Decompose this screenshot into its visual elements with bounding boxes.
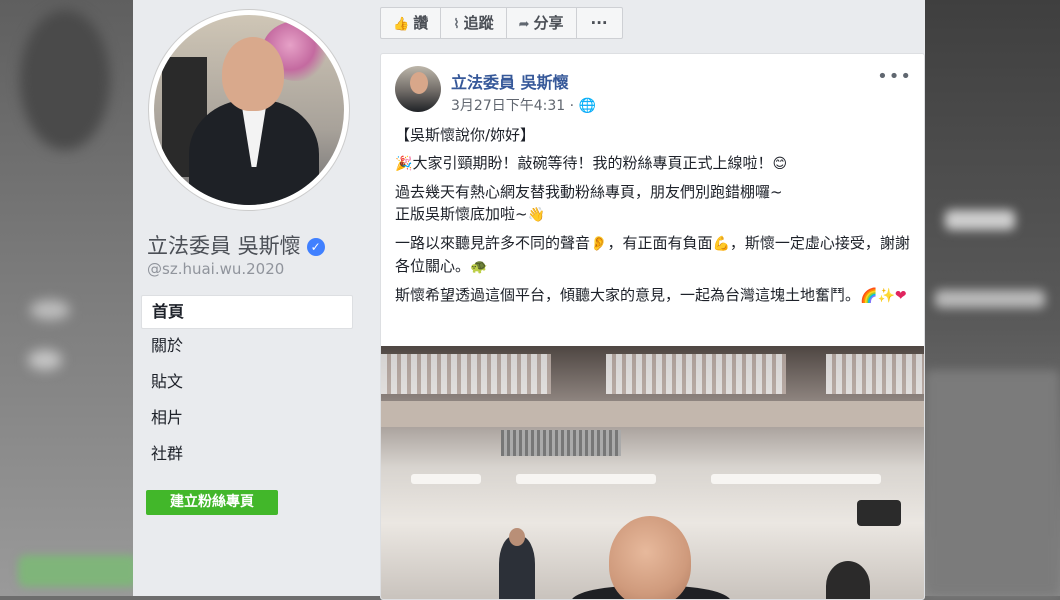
share-label: 分享	[533, 14, 564, 32]
post-timestamp[interactable]: 3月27日下午4:31 · 🌐	[451, 95, 596, 115]
page-title[interactable]: 立法委員 吳斯懷 ✓	[147, 230, 325, 260]
create-page-button[interactable]: 建立粉絲專頁	[146, 490, 278, 515]
verified-badge-icon: ✓	[306, 238, 325, 256]
blurred-background-right	[925, 0, 1060, 596]
light-fixture	[711, 474, 881, 484]
hand-icon: 👋	[527, 207, 546, 223]
share-button[interactable]: ➦ 分享	[507, 8, 577, 38]
light-fixture	[516, 474, 656, 484]
blurred-shape	[28, 350, 62, 370]
flexed-bicep-icon: 💪	[712, 236, 730, 252]
post-paragraph: 過去幾天有熱心網友替我動粉絲專頁，朋友們別跑錯棚囉~ 正版吳斯懷底加啦~👋	[395, 181, 915, 226]
main-person-head	[609, 516, 691, 599]
nav-item-photos[interactable]: 相片	[141, 401, 353, 437]
thumbs-up-icon: 👍	[393, 17, 410, 32]
post-line: 大家引頸期盼！敲碗等待！我的粉絲專頁正式上線啦！	[412, 154, 773, 172]
more-options-button[interactable]: ···	[577, 8, 622, 38]
blurred-shape	[925, 370, 1060, 596]
post-line: 斯懷希望透過這個平台，傾聽大家的意見，一起為台灣這塊土地奮鬥。	[395, 286, 861, 304]
post-line: ，有正面有負面	[607, 234, 713, 252]
ceiling-lights	[381, 354, 551, 394]
profile-photo	[154, 15, 344, 205]
ceiling-lights	[606, 354, 786, 394]
face	[222, 37, 284, 111]
ear-icon: 👂	[590, 236, 608, 252]
sparkles-icon: ✨	[877, 288, 895, 304]
post-author-name[interactable]: 立法委員 吳斯懷	[451, 69, 569, 93]
blurred-shape	[30, 300, 70, 320]
facebook-page: 立法委員 吳斯懷 ✓ @sz.huai.wu.2020 首頁 關於 貼文 相片 社…	[133, 0, 925, 600]
post-options-icon[interactable]: •••	[877, 66, 912, 87]
background-person-right	[826, 561, 870, 599]
profile-picture[interactable]	[149, 10, 349, 210]
follow-label: 追蹤	[463, 14, 494, 32]
post-paragraph: 斯懷希望透過這個平台，傾聽大家的意見，一起為台灣這塊土地奮鬥。🌈✨❤	[395, 284, 915, 307]
post-line: 正版吳斯懷底加啦~	[395, 205, 528, 223]
blurred-background-left	[0, 0, 138, 596]
post-photo[interactable]	[381, 346, 924, 599]
page-action-bar: 👍 讚 ⌇ 追蹤 ➦ 分享 ···	[380, 7, 623, 39]
page-name-text: 立法委員 吳斯懷	[147, 234, 301, 258]
light-fixture	[411, 474, 481, 484]
post-text: 【吳斯懷說你/妳好】 🎉大家引頸期盼！敲碗等待！我的粉絲專頁正式上線啦！😊 過去…	[395, 124, 915, 313]
follow-button[interactable]: ⌇ 追蹤	[441, 8, 507, 38]
nav-item-community[interactable]: 社群	[141, 437, 353, 473]
turtle-icon: 🐢	[470, 259, 488, 275]
post-line: 過去幾天有熱心網友替我動粉絲專頁，朋友們別跑錯棚囉~	[395, 183, 783, 201]
ceiling-beam	[381, 401, 924, 427]
nav-item-posts[interactable]: 貼文	[141, 365, 353, 401]
air-vent	[501, 430, 621, 456]
blurred-shape	[935, 290, 1045, 308]
post-paragraph: 一路以來聽見許多不同的聲音👂，有正面有負面💪，斯懷一定虛心接受，謝謝各位關心。🐢	[395, 232, 915, 278]
post-paragraph: 【吳斯懷說你/妳好】	[395, 126, 536, 144]
like-button[interactable]: 👍 讚	[381, 8, 442, 38]
post-author-avatar[interactable]	[395, 66, 441, 112]
background-person-head	[509, 528, 525, 546]
nav-item-about[interactable]: 關於	[141, 329, 353, 365]
background-person	[499, 528, 535, 599]
blurred-shape	[20, 10, 110, 150]
party-popper-icon: 🎉	[395, 156, 413, 172]
globe-icon: 🌐	[578, 98, 596, 114]
share-arrow-icon: ➦	[518, 17, 530, 32]
wall-speaker	[857, 500, 901, 526]
rss-icon: ⌇	[453, 17, 460, 32]
nav-item-home[interactable]: 首頁	[141, 295, 353, 329]
page-nav: 首頁 關於 貼文 相片 社群	[141, 295, 353, 473]
smile-icon: 😊	[772, 156, 788, 172]
red-heart-icon: ❤	[894, 288, 907, 304]
like-label: 讚	[413, 14, 429, 32]
blurred-green-shape	[18, 555, 138, 587]
timestamp-text: 3月27日下午4:31 ·	[451, 98, 575, 114]
blurred-shape	[945, 210, 1015, 230]
post-line: 一路以來聽見許多不同的聲音	[395, 234, 591, 252]
ceiling-lights	[826, 354, 924, 394]
page-handle[interactable]: @sz.huai.wu.2020	[147, 260, 284, 278]
post-card: 立法委員 吳斯懷 3月27日下午4:31 · 🌐 ••• 【吳斯懷說你/妳好】 …	[380, 53, 925, 600]
avatar-face	[410, 72, 428, 94]
rainbow-icon: 🌈	[860, 288, 878, 304]
post-paragraph: 🎉大家引頸期盼！敲碗等待！我的粉絲專頁正式上線啦！😊	[395, 152, 915, 175]
